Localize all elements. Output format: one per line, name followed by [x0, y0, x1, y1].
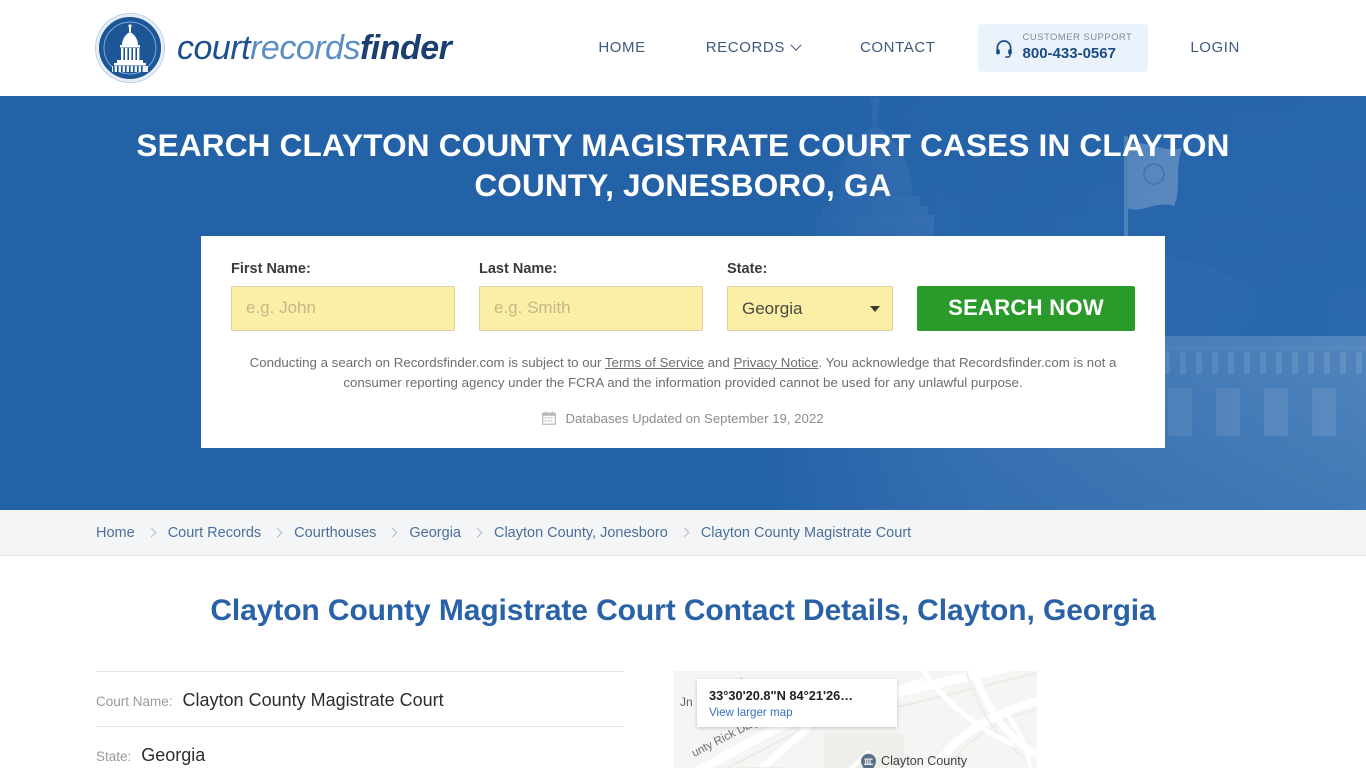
chevron-right-icon [272, 527, 283, 538]
detail-value-court-name: Clayton County Magistrate Court [182, 690, 444, 710]
view-larger-map-link[interactable]: View larger map [709, 706, 885, 719]
nav-label-contact: CONTACT [859, 39, 936, 57]
state-label: State: [727, 260, 768, 277]
site-header: courtrecordsfinder HOME RECORDS CONTACT … [0, 0, 1366, 96]
main-content: Clayton County Magistrate Court Contact … [0, 594, 1366, 768]
customer-support-box[interactable]: CUSTOMER SUPPORT 800-433-0567 [977, 24, 1149, 72]
map-poi-label: Clayton CountyMagistrate Court [881, 754, 974, 768]
chevron-down-icon [790, 39, 802, 51]
state-field-group: State: GeorgiaAlabamaFloridaTennesseeSou… [727, 261, 893, 331]
nav-item-records[interactable]: RECORDS [676, 39, 830, 56]
map-poi-line1: Clayton County [881, 754, 968, 768]
nav-item-home[interactable]: HOME [568, 39, 675, 56]
map-label-jonesboro: Jn [680, 695, 693, 709]
court-details-area: Court Name: Clayton County Magistrate Co… [96, 671, 1270, 768]
breadcrumb-item-current: Clayton County Magistrate Court [700, 524, 912, 541]
detail-label-state: State: [96, 749, 132, 764]
nav-item-login[interactable]: LOGIN [1160, 39, 1270, 56]
capitol-dome-icon [96, 14, 164, 82]
privacy-notice-link[interactable]: Privacy Notice [734, 355, 819, 370]
location-map[interactable]: Jn Clayton State unty Rick Daly Mem B… 3… [674, 671, 1037, 768]
last-name-field-group: Last Name: [479, 261, 703, 331]
disclaimer-text-1: Conducting a search on Recordsfinder.com… [249, 354, 605, 370]
breadcrumb-item-home[interactable]: Home [96, 525, 135, 541]
site-logo[interactable]: courtrecordsfinder [96, 14, 452, 82]
terms-of-service-link[interactable]: Terms of Service [605, 355, 704, 370]
map-callout: 33°30'20.8"N 84°21'26… View larger map [697, 679, 897, 727]
search-form-card: First Name: Last Name: State: GeorgiaAla… [201, 235, 1165, 448]
hero-section: SEARCH CLAYTON COUNTY MAGISTRATE COURT C… [0, 96, 1366, 510]
brand-part-finder: finder [359, 28, 452, 67]
breadcrumb-bar: Home Court Records Courthouses Georgia C… [0, 510, 1366, 556]
first-name-input[interactable] [231, 285, 455, 331]
detail-value-state: Georgia [141, 745, 206, 765]
disclaimer-text-2: and [703, 354, 734, 370]
chevron-right-icon [679, 527, 690, 538]
page-title: Clayton County Magistrate Court Contact … [210, 594, 1156, 627]
breadcrumb-item-georgia[interactable]: Georgia [409, 525, 461, 541]
breadcrumb-item-court-records[interactable]: Court Records [168, 525, 261, 541]
brand-part-court: court [177, 28, 251, 67]
support-text: CUSTOMER SUPPORT 800-433-0567 [1022, 32, 1133, 63]
databases-updated: Databases Updated on September 19, 2022 [231, 411, 1135, 426]
brand-wordmark: courtrecordsfinder [177, 28, 452, 68]
nav-label-login: LOGIN [1190, 39, 1240, 57]
nav-item-contact[interactable]: CONTACT [830, 39, 966, 56]
chevron-right-icon [387, 527, 398, 538]
nav-label-home: HOME [598, 39, 646, 57]
support-label: CUSTOMER SUPPORT [1022, 32, 1133, 44]
calendar-icon [542, 411, 557, 426]
court-detail-list: Court Name: Clayton County Magistrate Co… [96, 671, 624, 768]
search-now-button[interactable]: SEARCH NOW [917, 285, 1135, 331]
support-phone-number: 800-433-0567 [1022, 45, 1116, 63]
first-name-label: First Name: [231, 260, 311, 277]
main-navigation: HOME RECORDS CONTACT CUSTOMER SUPPORT 80… [568, 24, 1270, 72]
state-select[interactable]: GeorgiaAlabamaFloridaTennesseeSouth Caro… [727, 285, 893, 331]
breadcrumb: Home Court Records Courthouses Georgia C… [96, 525, 911, 541]
search-form-row: First Name: Last Name: State: GeorgiaAla… [231, 261, 1135, 331]
detail-row-court-name: Court Name: Clayton County Magistrate Co… [96, 671, 624, 726]
detail-label-court-name: Court Name: [96, 694, 173, 709]
databases-updated-text: Databases Updated on September 19, 2022 [565, 410, 824, 426]
state-select-wrapper: GeorgiaAlabamaFloridaTennesseeSouth Caro… [727, 285, 893, 331]
map-poi-marker[interactable]: Clayton CountyMagistrate Court [860, 753, 974, 768]
chevron-right-icon [146, 527, 157, 538]
nav-label-records: RECORDS [705, 39, 785, 57]
breadcrumb-item-clayton-county-jonesboro[interactable]: Clayton County, Jonesboro [494, 525, 668, 541]
headset-icon [995, 40, 1012, 58]
hero-title: SEARCH CLAYTON COUNTY MAGISTRATE COURT C… [136, 127, 1230, 204]
courthouse-marker-icon [861, 753, 876, 768]
search-disclaimer: Conducting a search on Recordsfinder.com… [231, 353, 1135, 394]
detail-row-state: State: Georgia [96, 726, 624, 768]
last-name-input[interactable] [479, 285, 703, 331]
brand-part-records: records [250, 28, 360, 67]
last-name-label: Last Name: [479, 260, 558, 277]
chevron-right-icon [472, 527, 483, 538]
map-coordinates: 33°30'20.8"N 84°21'26… [709, 688, 854, 703]
breadcrumb-item-courthouses[interactable]: Courthouses [294, 525, 376, 541]
first-name-field-group: First Name: [231, 261, 455, 331]
